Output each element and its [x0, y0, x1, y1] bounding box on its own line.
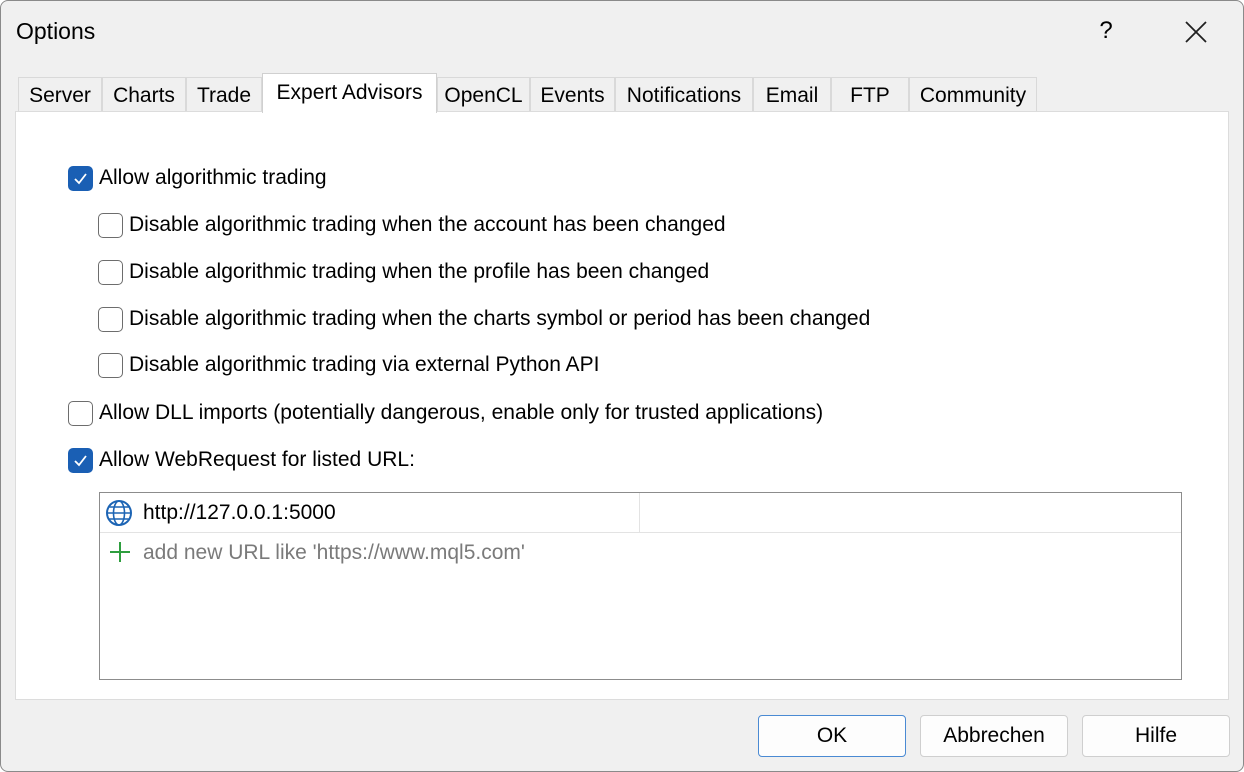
allow-webrequest-checkbox[interactable] — [68, 447, 93, 473]
add-url-placeholder[interactable]: add new URL like 'https://www.mql5.com' — [143, 541, 525, 565]
disable-python-api-checkbox[interactable] — [98, 352, 123, 378]
allow-dll-option[interactable]: Allow DLL imports (potentially dangerous… — [68, 399, 823, 427]
url-value[interactable]: http://127.0.0.1:5000 — [143, 501, 336, 525]
tab-opencl[interactable]: OpenCL — [437, 77, 530, 112]
tab-server[interactable]: Server — [18, 77, 102, 112]
dialog-title: Options — [16, 18, 96, 44]
disable-on-profile-change-label: Disable algorithmic trading when the pro… — [129, 260, 710, 283]
help-button[interactable]: Hilfe — [1082, 715, 1230, 757]
allow-algo-checkbox[interactable] — [68, 165, 93, 191]
tab-expert-advisors[interactable]: Expert Advisors — [262, 73, 437, 113]
options-dialog: Options ? Server Charts Trade Expert Adv… — [0, 0, 1244, 772]
disable-on-symbol-change-label: Disable algorithmic trading when the cha… — [129, 307, 871, 330]
disable-python-api-label: Disable algorithmic trading via external… — [129, 353, 600, 376]
expert-advisors-panel: Allow algorithmic trading Disable algori… — [15, 111, 1229, 700]
help-title-button[interactable]: ? — [1089, 15, 1123, 49]
close-icon — [1185, 21, 1207, 43]
url-list[interactable]: http://127.0.0.1:5000 add new URL like '… — [99, 492, 1182, 680]
disable-on-account-change-checkbox[interactable] — [98, 212, 123, 238]
ok-button[interactable]: OK — [758, 715, 906, 757]
title-bar: Options ? — [1, 1, 1243, 63]
tab-community[interactable]: Community — [909, 77, 1037, 112]
disable-python-api-option[interactable]: Disable algorithmic trading via external… — [98, 351, 599, 379]
url-list-item[interactable]: http://127.0.0.1:5000 — [100, 493, 1181, 533]
disable-on-account-change-option[interactable]: Disable algorithmic trading when the acc… — [98, 211, 726, 239]
plus-icon[interactable] — [109, 541, 131, 563]
tab-charts[interactable]: Charts — [102, 77, 186, 112]
disable-on-profile-change-option[interactable]: Disable algorithmic trading when the pro… — [98, 258, 709, 286]
allow-dll-label: Allow DLL imports (potentially dangerous… — [99, 401, 824, 424]
globe-icon — [106, 500, 132, 526]
checkmark-icon — [74, 454, 87, 466]
tab-notifications[interactable]: Notifications — [615, 77, 753, 112]
allow-webrequest-label: Allow WebRequest for listed URL: — [99, 448, 415, 471]
allow-dll-checkbox[interactable] — [68, 400, 93, 426]
disable-on-profile-change-checkbox[interactable] — [98, 259, 123, 285]
disable-on-symbol-change-checkbox[interactable] — [98, 306, 123, 332]
allow-algo-label: Allow algorithmic trading — [99, 166, 327, 189]
disable-on-account-change-label: Disable algorithmic trading when the acc… — [129, 213, 726, 236]
disable-on-symbol-change-option[interactable]: Disable algorithmic trading when the cha… — [98, 305, 870, 333]
tab-ftp[interactable]: FTP — [831, 77, 909, 112]
allow-webrequest-option[interactable]: Allow WebRequest for listed URL: — [68, 446, 415, 474]
checkmark-icon — [74, 172, 87, 184]
close-button[interactable] — [1177, 15, 1215, 49]
tab-events[interactable]: Events — [530, 77, 615, 112]
column-divider — [639, 493, 640, 533]
cancel-button[interactable]: Abbrechen — [920, 715, 1068, 757]
tab-trade[interactable]: Trade — [186, 77, 262, 112]
allow-algo-option[interactable]: Allow algorithmic trading — [68, 164, 327, 192]
tab-email[interactable]: Email — [753, 77, 831, 112]
